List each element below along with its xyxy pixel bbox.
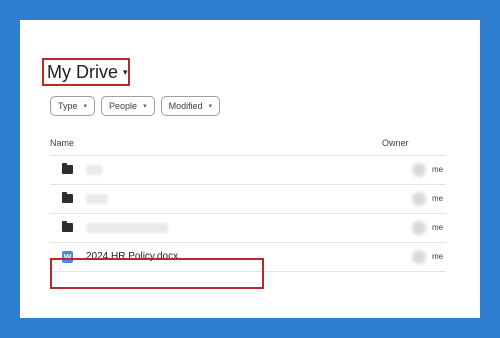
blurred-file-name — [86, 223, 168, 233]
owner-label: me — [432, 165, 444, 174]
people-filter-button[interactable]: People ▾ — [101, 96, 155, 116]
chevron-down-icon: ▾ — [208, 103, 213, 110]
avatar — [412, 192, 426, 206]
chevron-down-icon: ▾ — [143, 103, 147, 110]
word-document-icon: W — [62, 251, 73, 263]
folder-icon — [62, 163, 73, 174]
owner-column-header[interactable]: Owner — [382, 138, 409, 148]
table-row[interactable]: me — [50, 185, 446, 214]
chevron-down-icon: ▾ — [83, 103, 88, 110]
filter-bar: Type ▾ People ▾ Modified ▾ — [50, 96, 221, 116]
table-row[interactable]: me — [50, 214, 446, 243]
modified-filter-label: Modified — [168, 101, 203, 111]
drive-panel: My Drive ▾ Type ▾ People ▾ Modified ▾ Na… — [20, 20, 480, 318]
table-row[interactable]: W 2024 HR Policy.docx me — [50, 243, 446, 272]
people-filter-label: People — [109, 101, 138, 111]
blurred-file-name — [86, 194, 108, 204]
type-filter-button[interactable]: Type ▾ — [50, 96, 96, 116]
chevron-down-icon[interactable]: ▾ — [123, 67, 128, 78]
file-list: me me me W 2024 HR Policy.docx me — [50, 155, 446, 272]
page-title[interactable]: My Drive — [47, 62, 118, 83]
my-drive-title-highlight[interactable]: My Drive ▾ — [42, 58, 130, 86]
blurred-file-name — [86, 165, 102, 175]
folder-icon — [62, 221, 73, 232]
folder-icon — [62, 192, 73, 203]
name-column-header[interactable]: Name — [50, 138, 74, 148]
modified-filter-button[interactable]: Modified ▾ — [160, 96, 221, 116]
avatar — [412, 221, 426, 235]
avatar — [412, 250, 426, 264]
file-name[interactable]: 2024 HR Policy.docx — [86, 251, 178, 262]
table-row[interactable]: me — [50, 156, 446, 185]
owner-label: me — [432, 194, 444, 203]
owner-label: me — [432, 252, 444, 261]
owner-label: me — [432, 223, 444, 232]
type-filter-label: Type — [58, 101, 78, 111]
avatar — [412, 163, 426, 177]
